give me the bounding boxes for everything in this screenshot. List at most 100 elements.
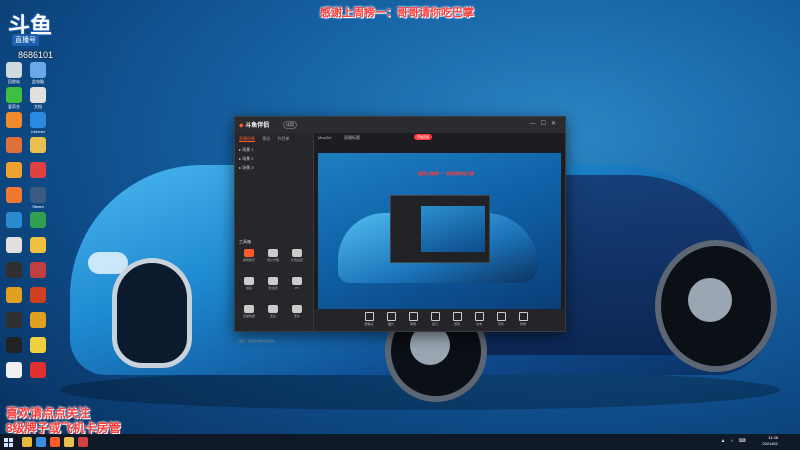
windows-start-button[interactable] [4,438,13,447]
app-icon-15-glyph [30,362,46,378]
source-button-2[interactable]: 图片 [380,312,402,326]
scene-item-3[interactable]: ▸ 场景 3 [239,165,253,171]
close-icon[interactable]: ✕ [551,121,561,127]
folder-taskbar-icon[interactable] [64,437,74,447]
douyu-icon[interactable] [50,437,60,447]
doc-icon[interactable]: 文档 [24,87,52,110]
browser-icon[interactable] [36,437,46,447]
desktop-icon-label: 此电脑 [32,79,44,84]
clock-date: 2021/8/1 [762,441,778,446]
app-icon-15[interactable] [24,362,52,379]
scene-label: 场景 1 [242,147,254,152]
system-tray[interactable]: ▲ ♪ ⌨ [721,438,748,444]
streaming-app-window[interactable]: ◆ 斗鱼伴侣 试用 —☐✕ 直播场景 预设 节目单 ▸ 场景 1 ▸ 场景 2 … [234,116,566,343]
tool-item-7-icon [244,305,254,313]
room-number: 8686101 [18,50,54,60]
computer-icon[interactable]: 此电脑 [24,62,52,85]
app-icon-7[interactable] [24,237,52,254]
toolbox-heading: 工具箱 [239,239,251,244]
app-taskbar-icon[interactable] [78,437,88,447]
tool-item-2[interactable]: 观众管理 [263,249,283,262]
desktop-background: 斗鱼 直播号 8686101 回收站 此电脑 爱奇艺 文档 Internet Steam … [0,0,800,450]
start-live-button[interactable]: 开始直播 [414,134,433,140]
tool-label: 粉丝团 [268,286,278,290]
source-icon [364,312,374,321]
logo-subtitle: 直播号 [12,34,39,46]
source-icon [408,312,418,321]
iqiyi-icon-glyph [6,87,22,103]
ie-icon[interactable]: Internet [24,112,52,134]
tool-item-9-icon [292,305,302,313]
app-icon-6-glyph [6,237,22,253]
source-button-7[interactable]: 音乐 [490,312,512,326]
scene-label: 场景 3 [242,165,254,170]
app-icon-11[interactable] [24,287,52,304]
tool-label: PK [294,286,299,290]
tool-item-4[interactable]: 抽奖 [239,277,259,290]
minimize-icon[interactable]: — [530,121,541,127]
stream-title[interactable]: 直播标题 [344,135,360,141]
notice-text: 提示：直播中请勿关闭软件 [239,339,276,343]
scene-label: 场景 2 [242,156,254,161]
desktop-icon-label: Steam [32,204,44,209]
scene-item-1[interactable]: ▸ 场景 1 [239,147,253,153]
tab-presets[interactable]: 预设 [262,136,270,141]
app-icon-14[interactable] [24,337,52,354]
tool-label: 连麦 [269,314,276,318]
tool-item-8[interactable]: 连麦 [263,305,283,318]
app-titlebar[interactable]: ◆ 斗鱼伴侣 试用 —☐✕ [235,117,565,133]
tool-item-6-icon [292,277,302,285]
chrome-icon[interactable] [24,162,52,179]
app-icon-3-glyph [6,162,22,178]
tool-item-6[interactable]: PK [287,277,307,290]
tool-item-5[interactable]: 粉丝团 [263,277,283,290]
tool-item-8-icon [268,305,278,313]
source-icon [474,312,484,321]
source-button-4[interactable]: 窗口 [424,312,446,326]
qq-icon-glyph [6,337,22,353]
app-title: ◆ 斗鱼伴侣 [239,120,269,129]
maximize-icon[interactable]: ☐ [541,121,551,127]
source-button-1[interactable]: 摄像头 [358,312,380,326]
tool-item-1[interactable]: 弹幕助手 [239,249,259,262]
clock[interactable]: 11:38 2021/8/1 [762,435,778,447]
tab-programs[interactable]: 节目单 [277,136,289,141]
stream-preview[interactable]: 感谢上周榜一：哥哥请你吃巴掌 [318,153,561,309]
app-icon-9-glyph [30,262,46,278]
app-icon-5[interactable] [24,212,52,229]
source-label: 图片 [387,322,394,326]
source-label: 窗口 [431,322,438,326]
sidebar-tabs: 直播场景 预设 节目单 [239,136,295,142]
orange-app-icon-glyph [6,112,22,128]
folder-icon[interactable] [24,137,52,154]
version-badge: 试用 [283,121,297,129]
taskbar: ▲ ♪ ⌨ 11:38 2021/8/1 [0,434,800,450]
source-button-6[interactable]: 文本 [468,312,490,326]
source-button-8[interactable]: 特效 [512,312,534,326]
app-icon-9[interactable] [24,262,52,279]
source-button-5[interactable]: 游戏 [446,312,468,326]
source-label: 文本 [475,322,482,326]
app-icon-7-glyph [30,237,46,253]
app-sidebar: 直播场景 预设 节目单 ▸ 场景 1 ▸ 场景 2 ▸ 场景 3 工具箱 弹幕助… [235,133,314,343]
explorer-icon[interactable] [22,437,32,447]
window-controls[interactable]: —☐✕ [530,120,561,127]
source-icon [386,312,396,321]
source-label: 特效 [519,322,526,326]
tool-item-3-icon [292,249,302,257]
stream-logo: 斗鱼 直播号 8686101 [2,4,58,60]
desktop-icon-label: 文档 [34,104,42,109]
tool-item-3[interactable]: 礼物设置 [287,249,307,262]
steam-icon[interactable]: Steam [24,187,52,209]
tool-item-7[interactable]: 直播数据 [239,305,259,318]
tool-item-9[interactable]: 更多 [287,305,307,318]
edge-icon-glyph [6,212,22,228]
source-button-3[interactable]: 屏幕 [402,312,424,326]
app-icon-13[interactable] [24,312,52,329]
scene-item-2[interactable]: ▸ 场景 2 [239,156,253,162]
app-icon-4-glyph [6,187,22,203]
nested-app-window [390,195,490,263]
room-name: MuaZel [318,135,332,140]
tab-scenes[interactable]: 直播场景 [239,136,255,142]
follow-line-1: 喜欢请点点关注 [6,406,91,420]
